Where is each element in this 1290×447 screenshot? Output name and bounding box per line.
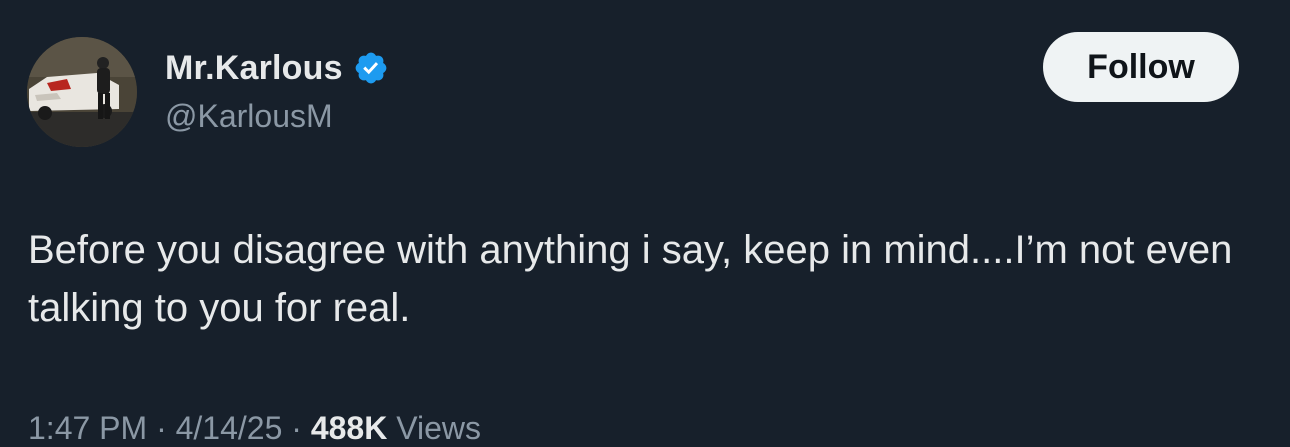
tweet-time[interactable]: 1:47 PM (28, 410, 147, 446)
views-label: Views (396, 410, 481, 446)
display-name[interactable]: Mr.Karlous (165, 49, 343, 88)
tweet-card: Mr.Karlous @KarlousM Follow Before you d… (0, 0, 1290, 446)
avatar[interactable] (27, 37, 137, 147)
user-handle[interactable]: @KarlousM (165, 98, 333, 135)
meta-separator: · (156, 410, 167, 446)
tweet-text: Before you disagree with anything i say,… (28, 228, 1233, 330)
avatar-image (27, 37, 137, 147)
tweet-date[interactable]: 4/14/25 (176, 410, 283, 446)
verified-badge-icon[interactable] (353, 50, 389, 86)
follow-button[interactable]: Follow (1043, 32, 1239, 102)
meta-separator: · (291, 410, 302, 446)
views-count: 488K (310, 410, 388, 446)
display-name-row: Mr.Karlous (165, 46, 389, 90)
